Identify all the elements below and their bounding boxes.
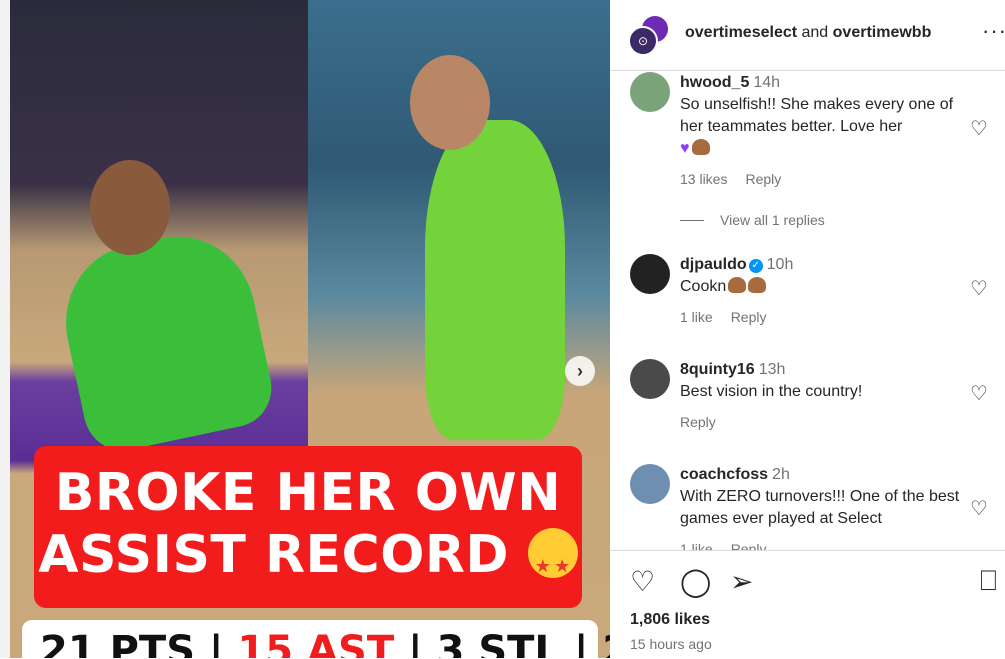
comment-text: Best vision in the country! [680,383,863,400]
comment-user[interactable]: 8quinty16 [680,361,755,378]
flexed-bicep-emoji-icon [691,139,710,155]
comment-user[interactable]: djpauldo [680,256,747,273]
bookmark-icon[interactable]: ⎕ [980,565,997,598]
comment-icon[interactable]: ◯ [680,565,711,598]
comment-time[interactable]: 13h [759,361,786,378]
stats-line: 21 PTS | 15 AST | 3 STL | 2 BLK [40,628,610,658]
stats-ast: 15 AST [237,628,395,658]
verified-icon: ✓ [748,259,763,273]
avatar[interactable] [630,254,670,294]
headline-line2: ASSIST RECORD [38,525,510,585]
avatar[interactable] [630,72,670,112]
comment-time[interactable]: 14h [753,74,780,91]
avatar[interactable]: ⊙ [628,26,658,56]
post-media[interactable]: BROKE HER OWN ASSIST RECORD 21 PTS | 15 … [0,0,610,658]
comment-user[interactable]: coachcfoss [680,466,768,483]
avatar[interactable] [630,359,670,399]
post-actions: ♡ ◯ ➢ ⎕ 1,806 likes 15 hours ago [610,550,1005,659]
comment-user[interactable]: hwood_5 [680,74,749,91]
like-count[interactable]: 1,806 likes [630,611,710,629]
comment-likes[interactable]: 1 like [680,541,713,550]
author-link[interactable]: overtimewbb [833,24,932,41]
post-header: ⊙ overtimeselect and overtimewbb ··· [610,0,1005,71]
share-icon[interactable]: ➢ [730,565,753,598]
comment-text: Cookn [680,276,970,298]
stats-rest: | 3 STL | 2 BLK [408,628,610,658]
player-left-head [90,160,170,255]
flexed-bicep-emoji-icon [748,277,767,293]
comment-body: Cookn [680,278,727,295]
player-right [425,120,565,440]
heart-icon[interactable]: ♡ [970,381,988,406]
comment-time[interactable]: 10h [767,256,794,273]
star-struck-emoji-icon [527,528,578,598]
headline-text: BROKE HER OWN ASSIST RECORD [34,462,582,598]
reply-button[interactable]: Reply [731,541,767,550]
reply-button[interactable]: Reply [680,414,716,430]
more-icon[interactable]: ··· [982,18,1005,44]
collab-avatars[interactable]: ⊙ [628,14,670,56]
author-joiner: and [797,24,833,41]
purple-heart-emoji-icon: ♥ [680,140,690,157]
post-side-panel: ⊙ overtimeselect and overtimewbb ··· hwo… [610,0,1005,658]
reply-button[interactable]: Reply [731,309,767,325]
comment-likes[interactable]: 13 likes [680,171,727,187]
media-edge [0,0,10,658]
player-right-head [410,55,490,150]
heart-icon[interactable]: ♡ [970,276,988,301]
heart-icon[interactable]: ♡ [970,116,988,141]
comment: coachcfoss 2h With ZERO turnovers!!! One … [630,464,1000,550]
author-line: overtimeselect and overtimewbb [685,24,931,42]
comments-list[interactable]: hwood_5 14h So unselfish!! She makes ever… [610,70,1005,550]
comment-body: So unselfish!! She makes every one of he… [680,96,954,135]
reply-button[interactable]: Reply [745,171,781,187]
comment: 8quinty16 13h Best vision in the country!… [630,359,1000,439]
avatar[interactable] [630,464,670,504]
stats-pts: 21 PTS | [40,628,238,658]
comment: djpauldo ✓ 10h Cookn 1 like Reply ♡ [630,254,1000,334]
comment-likes[interactable]: 1 like [680,309,713,325]
heart-icon[interactable]: ♡ [630,565,655,598]
chevron-right-icon[interactable]: › [565,356,595,386]
comment-time[interactable]: 2h [772,466,790,483]
author-link[interactable]: overtimeselect [685,24,797,41]
heart-icon[interactable]: ♡ [970,496,988,521]
comment-text: So unselfish!! She makes every one of he… [680,94,970,160]
flexed-bicep-emoji-icon [728,277,747,293]
comment: hwood_5 14h So unselfish!! She makes ever… [630,72,1000,222]
view-replies-button[interactable]: View all 1 replies [680,212,825,228]
headline-line1: BROKE HER OWN [54,463,562,523]
comment-text: With ZERO turnovers!!! One of the best g… [680,488,960,527]
post-timestamp[interactable]: 15 hours ago [630,636,712,652]
